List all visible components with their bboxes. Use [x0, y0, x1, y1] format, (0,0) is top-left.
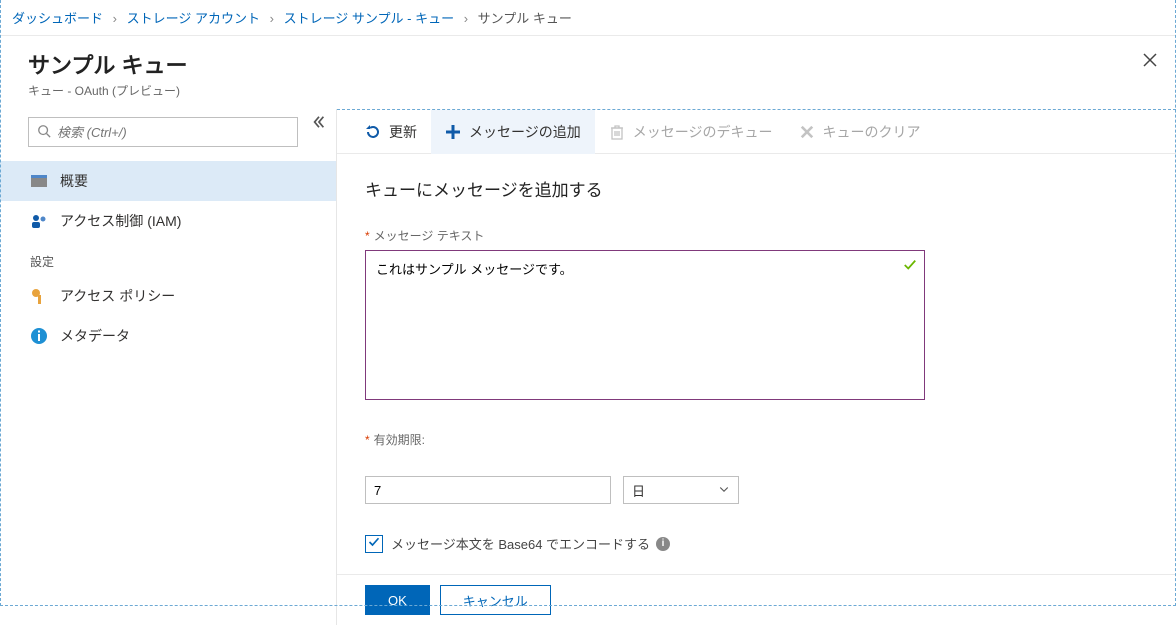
selection-frame	[0, 0, 1176, 606]
